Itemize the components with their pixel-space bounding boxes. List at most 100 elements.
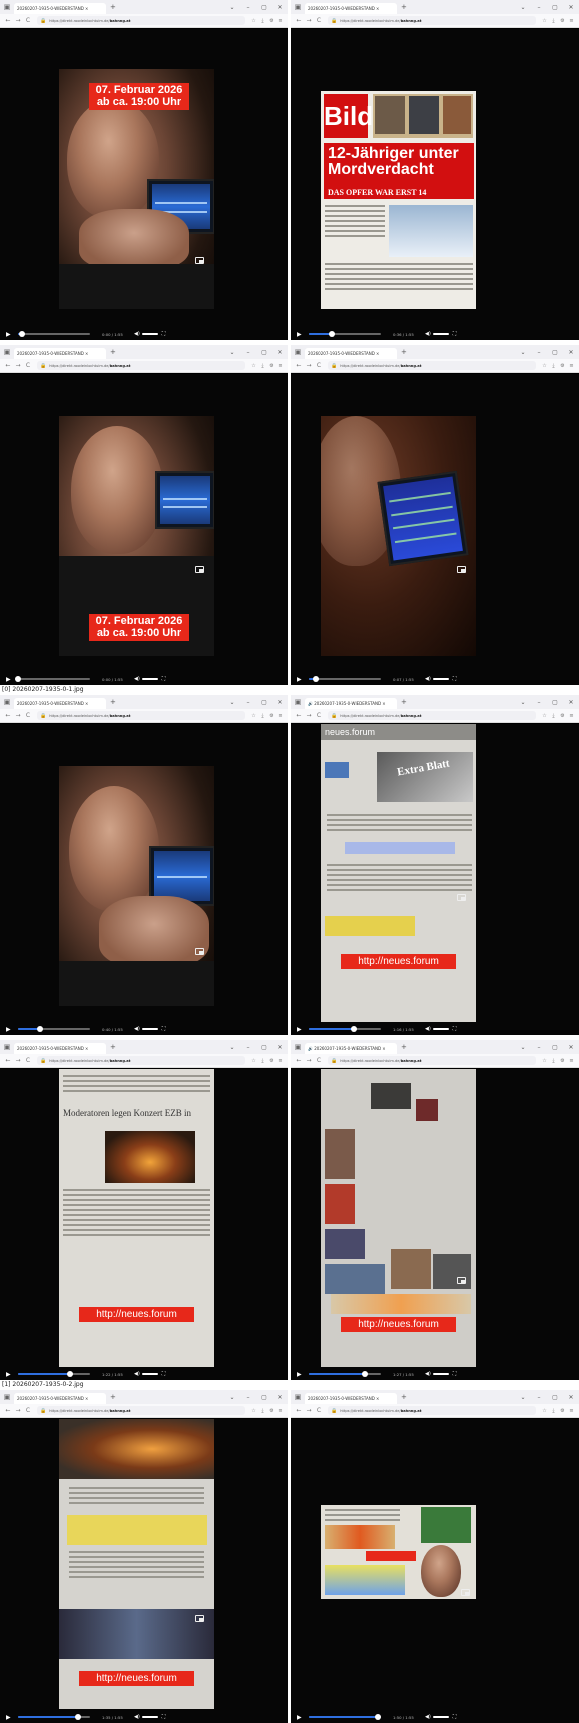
forward-button[interactable]: →: [13, 362, 23, 369]
maximize-button[interactable]: ▢: [547, 1394, 563, 1401]
maximize-button[interactable]: ▢: [256, 1044, 272, 1051]
pip-icon[interactable]: [457, 566, 466, 573]
play-icon[interactable]: ▶: [297, 1714, 305, 1721]
play-icon[interactable]: ▶: [6, 331, 14, 338]
minimize-button[interactable]: –: [531, 1394, 547, 1401]
tab-video[interactable]: 20260207-1935-0-WIEDERSTAND ×: [305, 1393, 397, 1404]
new-tab-button[interactable]: +: [401, 1393, 407, 1401]
close-window-button[interactable]: ✕: [563, 4, 579, 11]
address-bar[interactable]: 🔒 https://direkt.roodeinlochtuim.de/bahnn…: [37, 361, 245, 370]
tab-list-icon[interactable]: ▣: [291, 695, 305, 709]
progress-bar[interactable]: [18, 1371, 90, 1377]
volume-icon[interactable]: ◀): [134, 1714, 140, 1720]
tab-video[interactable]: 20260207-1935-0-WIEDERSTAND ×: [305, 348, 397, 359]
minimize-button[interactable]: –: [240, 699, 256, 706]
progress-knob[interactable]: [15, 676, 21, 682]
downloads-icon[interactable]: ⤓: [258, 18, 267, 24]
back-button[interactable]: ←: [294, 712, 304, 719]
volume-icon[interactable]: ◀): [425, 1714, 431, 1720]
address-bar[interactable]: 🔒 https://direkt.roodeinlochtuim.de/bahnn…: [37, 711, 245, 720]
close-window-button[interactable]: ✕: [563, 699, 579, 706]
close-window-button[interactable]: ✕: [272, 699, 288, 706]
maximize-button[interactable]: ▢: [547, 1044, 563, 1051]
video-frame[interactable]: neues.forum Extra Blatt http://neues.for…: [321, 724, 476, 1022]
video-frame[interactable]: Moderatoren legen Konzert EZB in http://…: [59, 1069, 214, 1367]
minimize-button[interactable]: –: [240, 1044, 256, 1051]
close-window-button[interactable]: ✕: [563, 1044, 579, 1051]
progress-knob[interactable]: [362, 1371, 369, 1377]
extensions-icon[interactable]: ⚙: [267, 1058, 276, 1064]
volume-slider[interactable]: [432, 1716, 449, 1718]
progress-knob[interactable]: [66, 1371, 73, 1377]
bookmark-star-icon[interactable]: ☆: [249, 713, 258, 719]
downloads-icon[interactable]: ⤓: [549, 18, 558, 24]
tab-menu-icon[interactable]: ⌄: [515, 4, 531, 11]
menu-icon[interactable]: ≡: [567, 18, 576, 24]
play-icon[interactable]: ▶: [6, 1714, 14, 1721]
video-frame[interactable]: [59, 766, 214, 1006]
video-frame[interactable]: [321, 1505, 476, 1599]
fullscreen-icon[interactable]: ⛶: [453, 331, 457, 337]
tab-menu-icon[interactable]: ⌄: [515, 1044, 531, 1051]
tab-video[interactable]: 20260207-1935-0-WIEDERSTAND ×: [14, 698, 106, 709]
volume-icon[interactable]: ◀): [134, 1371, 140, 1377]
minimize-button[interactable]: –: [531, 349, 547, 356]
fullscreen-icon[interactable]: ⛶: [162, 676, 166, 682]
extensions-icon[interactable]: ⚙: [558, 1408, 567, 1414]
close-window-button[interactable]: ✕: [272, 4, 288, 11]
progress-bar[interactable]: [309, 1371, 381, 1377]
tab-video[interactable]: 20260207-1935-0-WIEDERSTAND ×: [14, 3, 106, 14]
tab-video[interactable]: 20260207-1935-0-WIEDERSTAND ×: [305, 3, 397, 14]
progress-knob[interactable]: [375, 1714, 382, 1720]
reload-button[interactable]: C: [23, 17, 33, 24]
downloads-icon[interactable]: ⤓: [258, 1408, 267, 1414]
play-icon[interactable]: ▶: [297, 331, 305, 338]
pip-icon[interactable]: [195, 257, 204, 264]
play-icon[interactable]: ▶: [6, 676, 14, 683]
maximize-button[interactable]: ▢: [256, 699, 272, 706]
tab-list-icon[interactable]: ▣: [0, 1390, 14, 1404]
new-tab-button[interactable]: +: [401, 698, 407, 706]
bookmark-star-icon[interactable]: ☆: [540, 363, 549, 369]
tab-menu-icon[interactable]: ⌄: [515, 1394, 531, 1401]
video-frame[interactable]: 07. Februar 2026 ab ca. 19:00 Uhr: [59, 69, 214, 309]
play-icon[interactable]: ▶: [6, 1371, 14, 1378]
volume-slider[interactable]: [432, 678, 449, 680]
minimize-button[interactable]: –: [531, 699, 547, 706]
menu-icon[interactable]: ≡: [567, 1408, 576, 1414]
play-icon[interactable]: ▶: [6, 1026, 14, 1033]
address-bar[interactable]: 🔒 https://direkt.roodeinlochtuim.de/bahnn…: [328, 16, 536, 25]
tab-menu-icon[interactable]: ⌄: [224, 1044, 240, 1051]
progress-knob[interactable]: [313, 676, 320, 682]
extensions-icon[interactable]: ⚙: [267, 713, 276, 719]
close-window-button[interactable]: ✕: [272, 1044, 288, 1051]
downloads-icon[interactable]: ⤓: [258, 713, 267, 719]
bookmark-star-icon[interactable]: ☆: [540, 1408, 549, 1414]
new-tab-button[interactable]: +: [110, 1043, 116, 1051]
tab-menu-icon[interactable]: ⌄: [515, 699, 531, 706]
volume-slider[interactable]: [432, 1028, 449, 1030]
volume-icon[interactable]: ◀): [425, 676, 431, 682]
volume-slider[interactable]: [141, 333, 158, 335]
back-button[interactable]: ←: [294, 1057, 304, 1064]
video-frame[interactable]: http://neues.forum: [59, 1419, 214, 1709]
progress-knob[interactable]: [36, 1026, 43, 1032]
reload-button[interactable]: C: [23, 712, 33, 719]
downloads-icon[interactable]: ⤓: [549, 713, 558, 719]
maximize-button[interactable]: ▢: [256, 1394, 272, 1401]
tab-list-icon[interactable]: ▣: [291, 0, 305, 14]
fullscreen-icon[interactable]: ⛶: [162, 1371, 166, 1377]
menu-icon[interactable]: ≡: [276, 18, 285, 24]
tab-menu-icon[interactable]: ⌄: [224, 4, 240, 11]
reload-button[interactable]: C: [314, 1407, 324, 1414]
downloads-icon[interactable]: ⤓: [549, 363, 558, 369]
menu-icon[interactable]: ≡: [567, 713, 576, 719]
reload-button[interactable]: C: [23, 1057, 33, 1064]
reload-button[interactable]: C: [314, 1057, 324, 1064]
downloads-icon[interactable]: ⤓: [258, 1058, 267, 1064]
close-window-button[interactable]: ✕: [563, 349, 579, 356]
maximize-button[interactable]: ▢: [547, 4, 563, 11]
play-icon[interactable]: ▶: [297, 676, 305, 683]
address-bar[interactable]: 🔒 https://direkt.roodeinlochtuim.de/bahnn…: [328, 361, 536, 370]
progress-bar[interactable]: [309, 1714, 382, 1720]
